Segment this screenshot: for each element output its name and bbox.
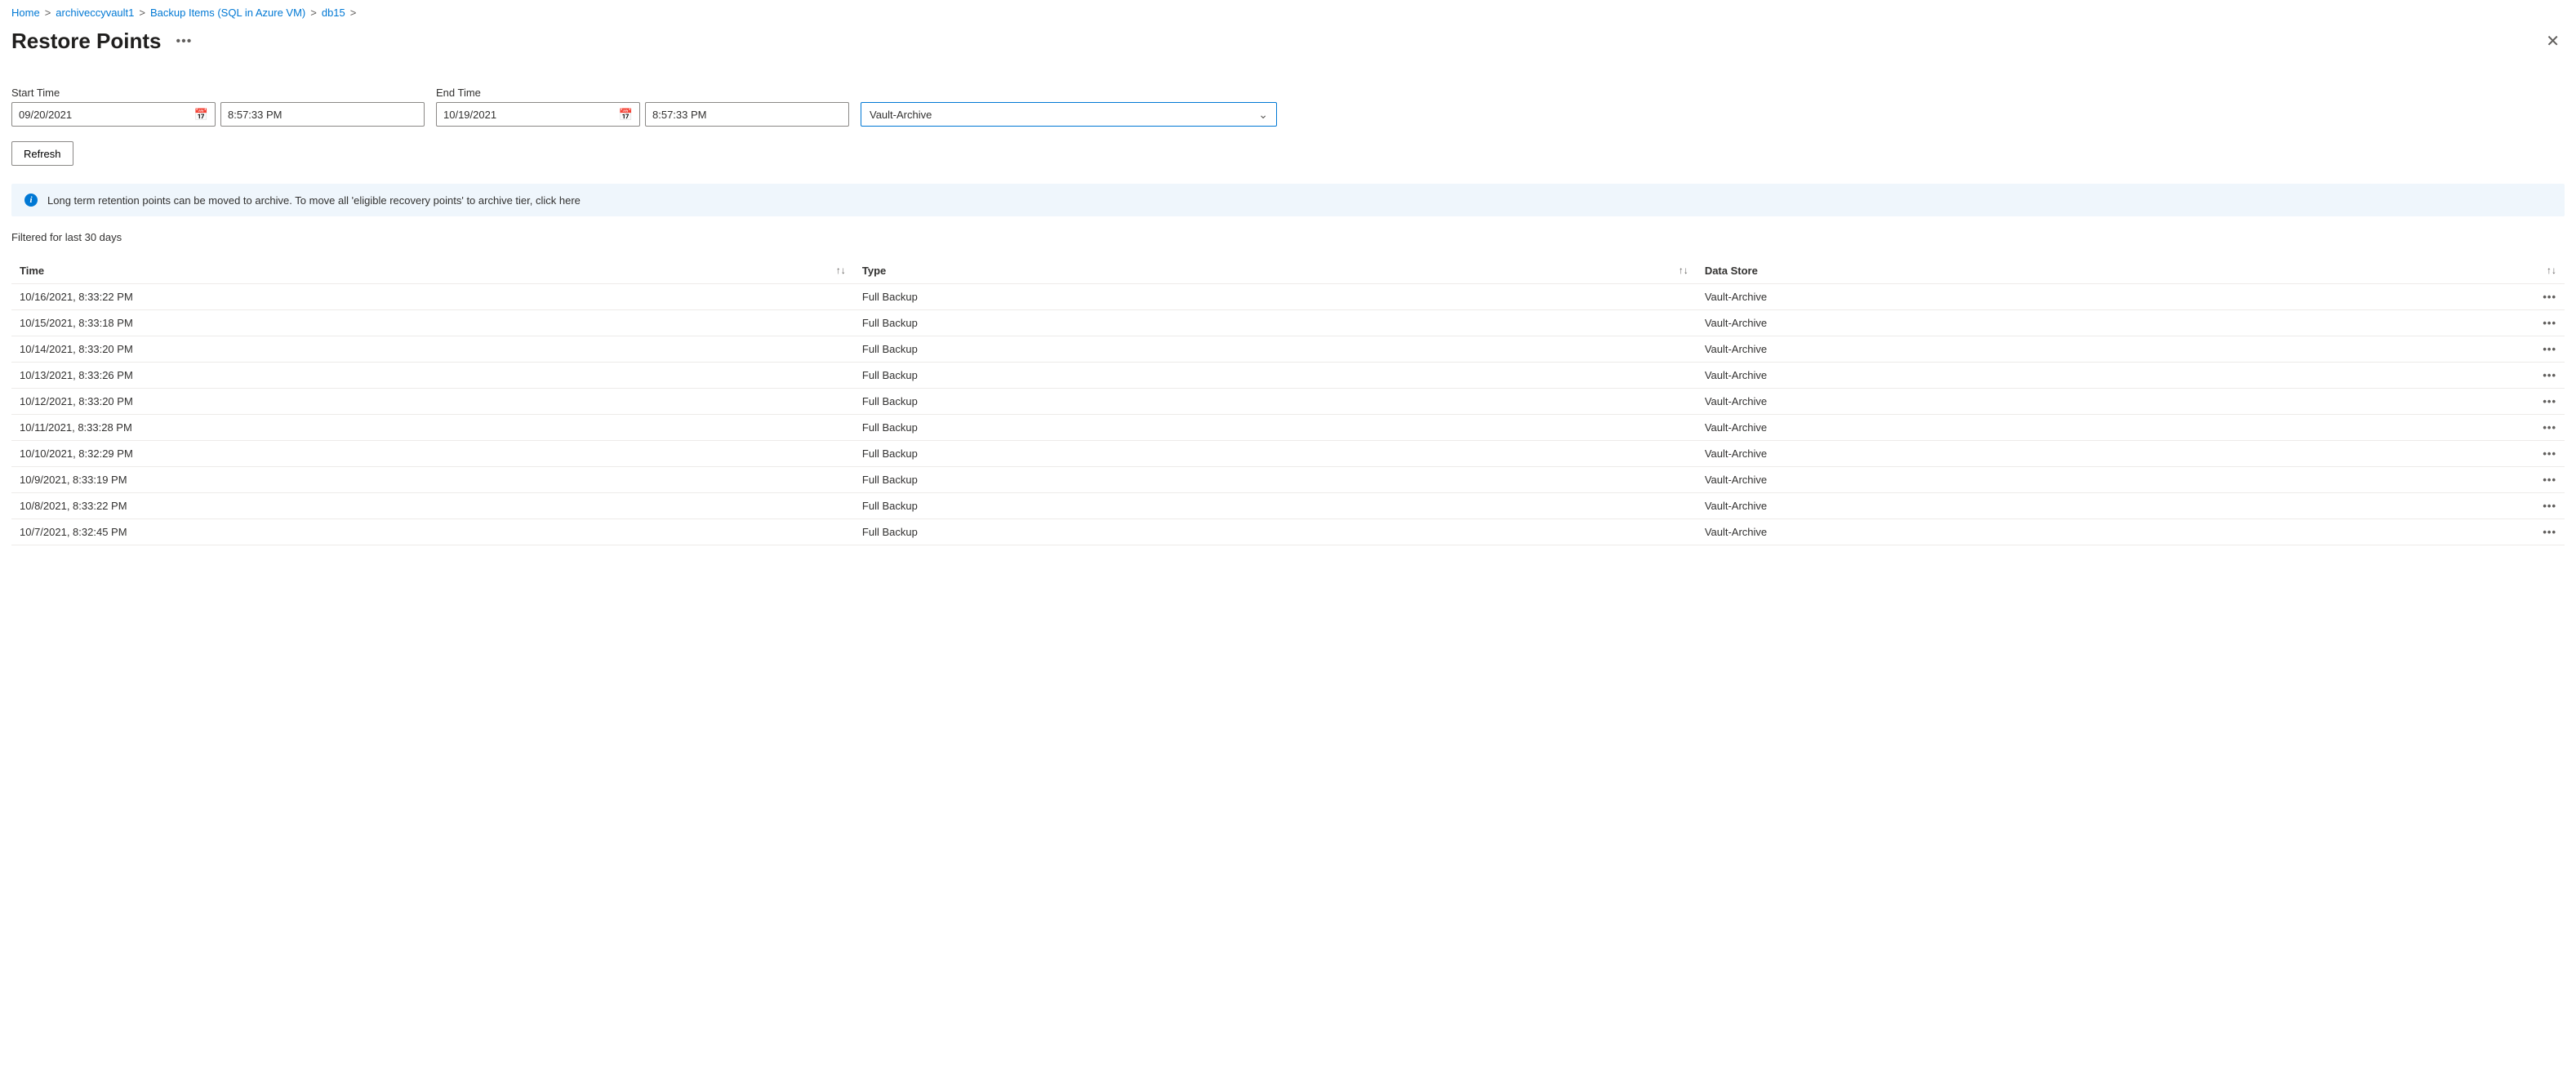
row-more-icon[interactable]: ••• bbox=[2524, 389, 2565, 415]
chevron-right-icon: > bbox=[350, 7, 357, 19]
cell-time: 10/14/2021, 8:33:20 PM bbox=[11, 336, 854, 363]
start-time-input[interactable]: 8:57:33 PM bbox=[220, 102, 425, 127]
cell-data-store: Vault-Archive bbox=[1697, 389, 2524, 415]
table-row: 10/8/2021, 8:33:22 PMFull BackupVault-Ar… bbox=[11, 493, 2565, 519]
chevron-right-icon: > bbox=[139, 7, 145, 19]
cell-type: Full Backup bbox=[854, 519, 1697, 545]
start-date-input[interactable]: 09/20/2021 📅 bbox=[11, 102, 216, 127]
table-row: 10/12/2021, 8:33:20 PMFull BackupVault-A… bbox=[11, 389, 2565, 415]
breadcrumb-db[interactable]: db15 bbox=[322, 7, 345, 19]
cell-data-store: Vault-Archive bbox=[1697, 336, 2524, 363]
row-more-icon[interactable]: ••• bbox=[2524, 336, 2565, 363]
breadcrumb: Home > archiveccyvault1 > Backup Items (… bbox=[11, 7, 2565, 19]
end-date-input[interactable]: 10/19/2021 📅 bbox=[436, 102, 640, 127]
cell-type: Full Backup bbox=[854, 363, 1697, 389]
row-more-icon[interactable]: ••• bbox=[2524, 415, 2565, 441]
breadcrumb-backup-items[interactable]: Backup Items (SQL in Azure VM) bbox=[150, 7, 305, 19]
sort-icon: ↑↓ bbox=[1679, 265, 1688, 276]
cell-type: Full Backup bbox=[854, 467, 1697, 493]
start-time-value: 8:57:33 PM bbox=[228, 109, 283, 121]
info-banner-text: Long term retention points can be moved … bbox=[47, 194, 581, 207]
row-more-icon[interactable]: ••• bbox=[2524, 441, 2565, 467]
restore-points-table: Time ↑↓ Type ↑↓ Data Store ↑↓ 10/16/2021… bbox=[11, 258, 2565, 545]
calendar-icon: 📅 bbox=[619, 108, 633, 122]
column-header-type[interactable]: Type ↑↓ bbox=[854, 258, 1697, 284]
row-more-icon[interactable]: ••• bbox=[2524, 363, 2565, 389]
table-row: 10/11/2021, 8:33:28 PMFull BackupVault-A… bbox=[11, 415, 2565, 441]
calendar-icon: 📅 bbox=[194, 108, 208, 122]
refresh-button[interactable]: Refresh bbox=[11, 141, 73, 166]
tier-dropdown[interactable]: Vault-Archive ⌄ bbox=[861, 102, 1277, 127]
table-row: 10/15/2021, 8:33:18 PMFull BackupVault-A… bbox=[11, 310, 2565, 336]
cell-time: 10/10/2021, 8:32:29 PM bbox=[11, 441, 854, 467]
more-icon[interactable]: ••• bbox=[176, 34, 193, 49]
table-row: 10/13/2021, 8:33:26 PMFull BackupVault-A… bbox=[11, 363, 2565, 389]
cell-time: 10/7/2021, 8:32:45 PM bbox=[11, 519, 854, 545]
cell-data-store: Vault-Archive bbox=[1697, 284, 2524, 310]
cell-time: 10/8/2021, 8:33:22 PM bbox=[11, 493, 854, 519]
table-row: 10/9/2021, 8:33:19 PMFull BackupVault-Ar… bbox=[11, 467, 2565, 493]
sort-icon: ↑↓ bbox=[2547, 265, 2556, 276]
column-header-time[interactable]: Time ↑↓ bbox=[11, 258, 854, 284]
cell-data-store: Vault-Archive bbox=[1697, 310, 2524, 336]
start-date-value: 09/20/2021 bbox=[19, 109, 72, 121]
filter-status: Filtered for last 30 days bbox=[11, 231, 2565, 243]
end-time-label: End Time bbox=[436, 87, 849, 99]
cell-type: Full Backup bbox=[854, 389, 1697, 415]
row-more-icon[interactable]: ••• bbox=[2524, 467, 2565, 493]
end-time-input[interactable]: 8:57:33 PM bbox=[645, 102, 849, 127]
tier-selected-value: Vault-Archive bbox=[870, 109, 932, 121]
cell-data-store: Vault-Archive bbox=[1697, 493, 2524, 519]
end-date-value: 10/19/2021 bbox=[443, 109, 496, 121]
table-row: 10/10/2021, 8:32:29 PMFull BackupVault-A… bbox=[11, 441, 2565, 467]
cell-data-store: Vault-Archive bbox=[1697, 441, 2524, 467]
info-icon: i bbox=[24, 194, 38, 207]
row-more-icon[interactable]: ••• bbox=[2524, 493, 2565, 519]
cell-data-store: Vault-Archive bbox=[1697, 363, 2524, 389]
cell-type: Full Backup bbox=[854, 284, 1697, 310]
chevron-down-icon: ⌄ bbox=[1258, 108, 1268, 122]
row-more-icon[interactable]: ••• bbox=[2524, 310, 2565, 336]
column-header-data-store[interactable]: Data Store ↑↓ bbox=[1697, 258, 2565, 284]
table-row: 10/14/2021, 8:33:20 PMFull BackupVault-A… bbox=[11, 336, 2565, 363]
table-row: 10/16/2021, 8:33:22 PMFull BackupVault-A… bbox=[11, 284, 2565, 310]
cell-type: Full Backup bbox=[854, 336, 1697, 363]
cell-type: Full Backup bbox=[854, 441, 1697, 467]
cell-data-store: Vault-Archive bbox=[1697, 415, 2524, 441]
close-icon[interactable]: ✕ bbox=[2541, 31, 2565, 51]
cell-type: Full Backup bbox=[854, 493, 1697, 519]
info-banner[interactable]: i Long term retention points can be move… bbox=[11, 184, 2565, 216]
cell-time: 10/13/2021, 8:33:26 PM bbox=[11, 363, 854, 389]
breadcrumb-home[interactable]: Home bbox=[11, 7, 40, 19]
page-title: Restore Points bbox=[11, 29, 162, 54]
cell-type: Full Backup bbox=[854, 310, 1697, 336]
cell-time: 10/12/2021, 8:33:20 PM bbox=[11, 389, 854, 415]
sort-icon: ↑↓ bbox=[836, 265, 846, 276]
cell-data-store: Vault-Archive bbox=[1697, 467, 2524, 493]
start-time-label: Start Time bbox=[11, 87, 425, 99]
cell-time: 10/15/2021, 8:33:18 PM bbox=[11, 310, 854, 336]
end-time-value: 8:57:33 PM bbox=[652, 109, 707, 121]
chevron-right-icon: > bbox=[45, 7, 51, 19]
cell-time: 10/9/2021, 8:33:19 PM bbox=[11, 467, 854, 493]
cell-time: 10/16/2021, 8:33:22 PM bbox=[11, 284, 854, 310]
chevron-right-icon: > bbox=[310, 7, 317, 19]
cell-time: 10/11/2021, 8:33:28 PM bbox=[11, 415, 854, 441]
row-more-icon[interactable]: ••• bbox=[2524, 284, 2565, 310]
tier-label bbox=[861, 87, 1277, 99]
cell-data-store: Vault-Archive bbox=[1697, 519, 2524, 545]
row-more-icon[interactable]: ••• bbox=[2524, 519, 2565, 545]
breadcrumb-vault[interactable]: archiveccyvault1 bbox=[56, 7, 134, 19]
cell-type: Full Backup bbox=[854, 415, 1697, 441]
table-row: 10/7/2021, 8:32:45 PMFull BackupVault-Ar… bbox=[11, 519, 2565, 545]
